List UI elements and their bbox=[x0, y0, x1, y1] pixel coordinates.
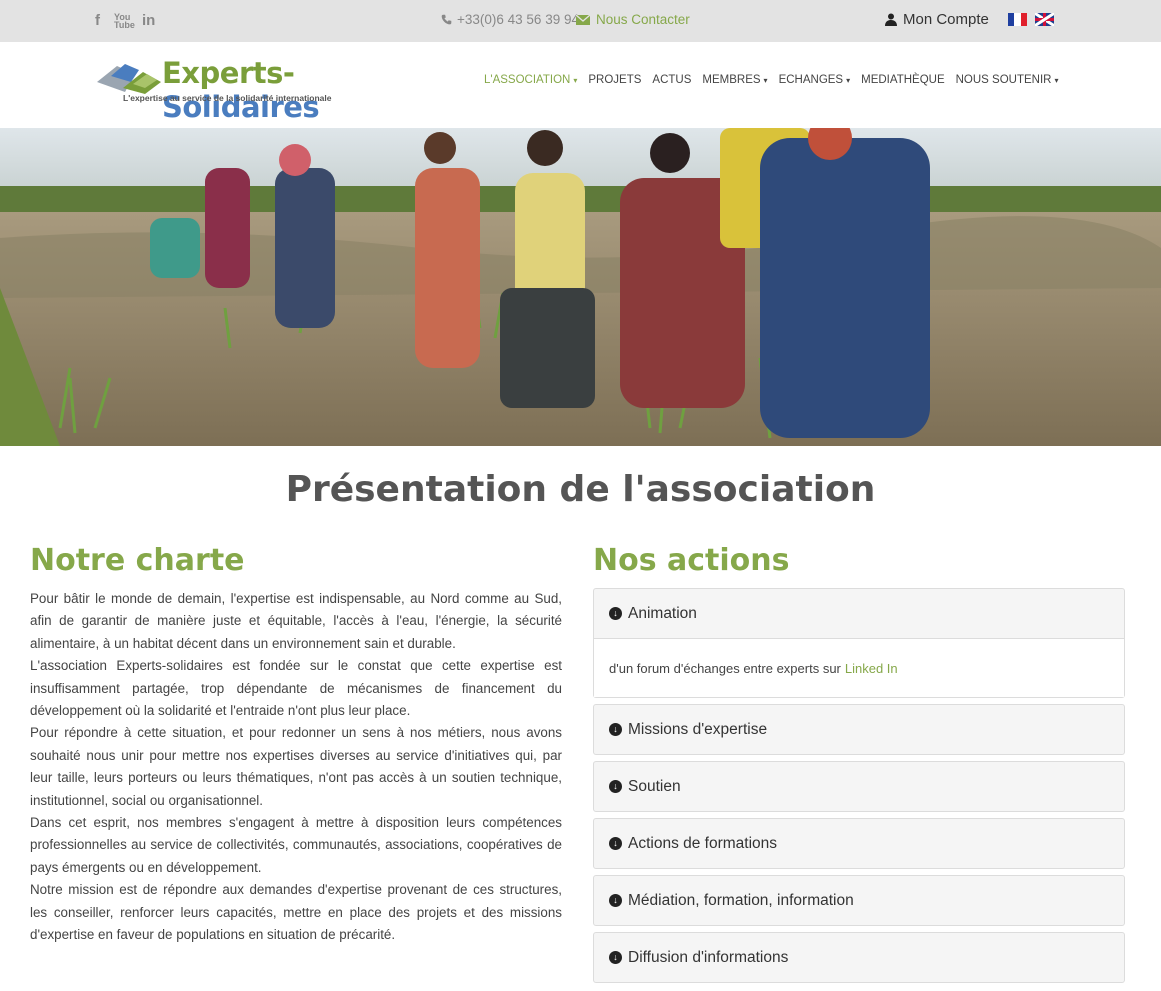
charte-section: Notre charte Pour bâtir le monde de dema… bbox=[30, 543, 562, 947]
circle-arrow-down-icon: ↓ bbox=[609, 951, 622, 964]
accordion-item: ↓ Actions de formations bbox=[593, 818, 1125, 869]
accordion-toggle-missions[interactable]: ↓ Missions d'expertise bbox=[594, 705, 1124, 754]
accordion-body-text: d'un forum d'échanges entre experts sur bbox=[609, 660, 841, 676]
nav-label: MEDIATHÈQUE bbox=[861, 74, 945, 86]
accordion-body-animation: d'un forum d'échanges entre experts sur … bbox=[594, 638, 1124, 697]
contact-link[interactable]: Nous Contacter bbox=[576, 12, 690, 27]
logo-subtitle: L'expertise au service de la solidarité … bbox=[123, 93, 332, 103]
nav-item-mediatheque[interactable]: MEDIATHÈQUE bbox=[861, 74, 945, 86]
account-link[interactable]: Mon Compte bbox=[885, 11, 989, 28]
youtube-icon[interactable]: You Tube bbox=[114, 12, 135, 29]
nav-item-association[interactable]: L'ASSOCIATION ▾ bbox=[484, 74, 577, 86]
phone-link[interactable]: +33(0)6 43 56 39 94 bbox=[441, 12, 579, 27]
nav-label: L'ASSOCIATION bbox=[484, 74, 571, 86]
logo-title-part-1: Experts- bbox=[162, 56, 295, 90]
circle-arrow-down-icon: ↓ bbox=[609, 607, 622, 620]
charte-paragraph: Pour bâtir le monde de demain, l'experti… bbox=[30, 591, 562, 651]
hero-banner-image bbox=[0, 128, 1161, 446]
social-links: f You Tube in bbox=[95, 12, 155, 29]
accordion-toggle-formations[interactable]: ↓ Actions de formations bbox=[594, 819, 1124, 868]
accordion-item: ↓ Médiation, formation, information bbox=[593, 875, 1125, 926]
nav-item-nous-soutenir[interactable]: NOUS SOUTENIR ▾ bbox=[956, 74, 1059, 86]
actions-section: Nos actions ↓ Animation d'un forum d'éch… bbox=[593, 543, 1125, 989]
chevron-down-icon: ▾ bbox=[846, 75, 851, 85]
nav-item-projets[interactable]: PROJETS bbox=[588, 74, 641, 86]
flag-uk-icon[interactable] bbox=[1035, 13, 1054, 26]
circle-arrow-down-icon: ↓ bbox=[609, 894, 622, 907]
nav-label: ACTUS bbox=[652, 74, 692, 86]
account-label: Mon Compte bbox=[903, 11, 989, 28]
charte-text: Pour bâtir le monde de demain, l'experti… bbox=[30, 588, 562, 947]
accordion-label: Médiation, formation, information bbox=[628, 891, 854, 909]
actions-heading: Nos actions bbox=[593, 543, 790, 578]
nav-item-actus[interactable]: ACTUS bbox=[652, 74, 691, 86]
chevron-down-icon: ▾ bbox=[763, 75, 768, 85]
phone-icon bbox=[441, 14, 452, 25]
circle-arrow-down-icon: ↓ bbox=[609, 837, 622, 850]
charte-paragraph: L'association Experts-solidaires est fon… bbox=[30, 658, 562, 719]
accordion-toggle-animation[interactable]: ↓ Animation bbox=[594, 589, 1124, 638]
accordion-item: ↓ Missions d'expertise bbox=[593, 704, 1125, 755]
charte-heading: Notre charte bbox=[30, 543, 245, 578]
site-logo[interactable]: Experts-Solidaires L'expertise au servic… bbox=[95, 56, 400, 124]
accordion-item: ↓ Animation d'un forum d'échanges entre … bbox=[593, 588, 1125, 698]
accordion-label: Missions d'expertise bbox=[628, 720, 768, 738]
page-title: Présentation de l'association bbox=[285, 469, 876, 510]
accordion-toggle-diffusion[interactable]: ↓ Diffusion d'informations bbox=[594, 933, 1124, 982]
envelope-icon bbox=[576, 14, 590, 25]
flag-fr-icon[interactable] bbox=[1008, 13, 1027, 26]
nav-label: ECHANGES bbox=[778, 74, 844, 86]
linkedin-icon[interactable]: in bbox=[142, 12, 155, 29]
nav-label: PROJETS bbox=[588, 74, 642, 86]
accordion-item: ↓ Soutien bbox=[593, 761, 1125, 812]
main-nav: L'ASSOCIATION ▾ PROJETS ACTUS MEMBRES ▾ EC… bbox=[484, 74, 1069, 86]
charte-paragraph: Dans cet esprit, nos membres s'engagent … bbox=[30, 815, 562, 875]
circle-arrow-down-icon: ↓ bbox=[609, 780, 622, 793]
chevron-down-icon: ▾ bbox=[573, 75, 578, 85]
accordion-label: Soutien bbox=[628, 777, 681, 795]
phone-number: +33(0)6 43 56 39 94 bbox=[457, 12, 579, 27]
accordion-toggle-mediation[interactable]: ↓ Médiation, formation, information bbox=[594, 876, 1124, 925]
linkedin-link[interactable]: Linked In bbox=[845, 661, 898, 676]
nav-label: MEMBRES bbox=[702, 74, 761, 86]
charte-paragraph: Pour répondre à cette situation, et pour… bbox=[30, 725, 562, 808]
accordion-item: ↓ Diffusion d'informations bbox=[593, 932, 1125, 983]
accordion-label: Actions de formations bbox=[628, 834, 778, 852]
nav-item-echanges[interactable]: ECHANGES ▾ bbox=[779, 74, 851, 86]
logo-title: Experts-Solidaires bbox=[162, 56, 400, 124]
nav-label: NOUS SOUTENIR bbox=[955, 74, 1052, 86]
accordion-toggle-soutien[interactable]: ↓ Soutien bbox=[594, 762, 1124, 811]
chevron-down-icon: ▾ bbox=[1054, 75, 1059, 85]
charte-paragraph: Notre mission est de répondre aux demand… bbox=[30, 882, 562, 943]
circle-arrow-down-icon: ↓ bbox=[609, 723, 622, 736]
contact-label: Nous Contacter bbox=[596, 12, 690, 27]
accordion-label: Animation bbox=[628, 604, 697, 622]
user-icon bbox=[885, 13, 897, 26]
nav-item-membres[interactable]: MEMBRES ▾ bbox=[702, 74, 767, 86]
accordion-label: Diffusion d'informations bbox=[628, 948, 789, 966]
facebook-icon[interactable]: f bbox=[95, 12, 100, 29]
site-header: Experts-Solidaires L'expertise au servic… bbox=[0, 42, 1161, 128]
top-bar: f You Tube in +33(0)6 43 56 39 94 Nous Co… bbox=[0, 0, 1161, 42]
